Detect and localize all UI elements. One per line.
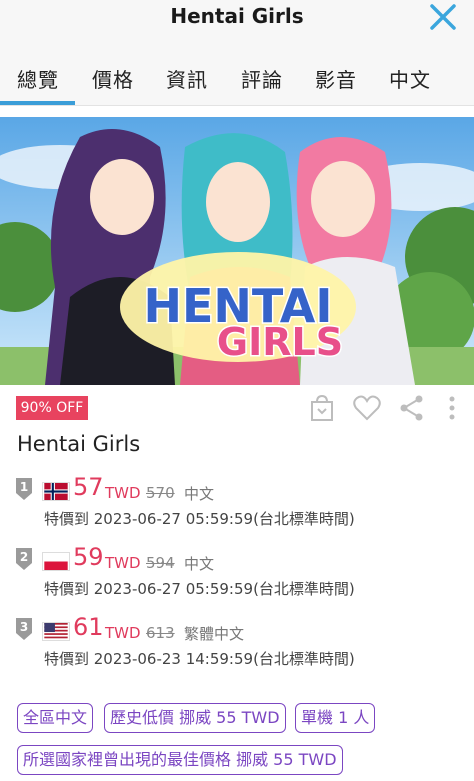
tab-videos[interactable]: 影音 bbox=[315, 64, 357, 93]
svg-text:2: 2 bbox=[20, 550, 28, 564]
tab-info[interactable]: 資訊 bbox=[166, 64, 208, 93]
shopping-bag-icon[interactable] bbox=[307, 393, 337, 423]
tab-price[interactable]: 價格 bbox=[92, 64, 134, 93]
poland-flag-icon bbox=[42, 552, 70, 571]
offer-expiry: 特價到 2023-06-23 14:59:59(台北標準時間) bbox=[44, 650, 355, 668]
tag-best-price[interactable]: 所選國家裡曾出現的最佳價格 挪威 55 TWD bbox=[17, 745, 343, 775]
price-offer-row[interactable]: 2 59 TWD 594 中文 特價到 2023-06-27 05:59:59(… bbox=[16, 543, 456, 610]
price-offer-row[interactable]: 3 61 TWD 613 繁體中文 特價到 2023-06-23 14:59:5… bbox=[16, 613, 456, 680]
game-cover-image: HENTAI GIRLS bbox=[0, 117, 474, 385]
rank-badge: 2 bbox=[16, 548, 32, 570]
offer-language: 中文 bbox=[184, 555, 215, 573]
offer-language: 中文 bbox=[184, 485, 215, 503]
more-vertical-icon[interactable] bbox=[444, 393, 460, 423]
offer-price: 59 bbox=[73, 543, 104, 571]
logo-text-bottom: GIRLS bbox=[217, 320, 343, 364]
rank-badge: 3 bbox=[16, 618, 32, 640]
app-header: Hentai Girls bbox=[0, 0, 474, 50]
discount-badge: 90% OFF bbox=[16, 396, 88, 420]
offer-expiry: 特價到 2023-06-27 05:59:59(台北標準時間) bbox=[44, 580, 355, 598]
tag-single-player[interactable]: 單機 1 人 bbox=[295, 703, 376, 733]
active-tab-indicator bbox=[0, 101, 75, 105]
share-icon[interactable] bbox=[397, 393, 427, 423]
price-offer-row[interactable]: 1 57 TWD 570 中文 特價到 2023-06-27 05:59:59(… bbox=[16, 473, 456, 540]
tab-reviews[interactable]: 評論 bbox=[241, 64, 283, 93]
offer-original-price: 594 bbox=[146, 554, 175, 572]
offer-currency: TWD bbox=[105, 484, 141, 502]
tag-historical-low[interactable]: 歷史低價 挪威 55 TWD bbox=[104, 703, 286, 733]
page-title: Hentai Girls bbox=[170, 4, 304, 28]
offer-language: 繁體中文 bbox=[184, 625, 245, 643]
svg-text:1: 1 bbox=[20, 480, 28, 494]
usa-flag-icon bbox=[42, 622, 70, 641]
offer-original-price: 570 bbox=[146, 484, 175, 502]
svg-text:3: 3 bbox=[20, 620, 28, 634]
tab-overview[interactable]: 總覽 bbox=[17, 64, 59, 93]
tab-chinese[interactable]: 中文 bbox=[389, 64, 431, 93]
close-icon[interactable] bbox=[428, 2, 458, 32]
rank-badge: 1 bbox=[16, 478, 32, 500]
heart-icon[interactable] bbox=[352, 393, 382, 423]
offer-price: 57 bbox=[73, 473, 104, 501]
game-title: Hentai Girls bbox=[17, 432, 141, 456]
offer-original-price: 613 bbox=[146, 624, 175, 642]
offer-expiry: 特價到 2023-06-27 05:59:59(台北標準時間) bbox=[44, 510, 355, 528]
tab-bar: 總覽 價格 資訊 評論 影音 中文 bbox=[0, 50, 474, 106]
offer-currency: TWD bbox=[105, 554, 141, 572]
offer-currency: TWD bbox=[105, 624, 141, 642]
offer-price: 61 bbox=[73, 613, 104, 641]
norway-flag-icon bbox=[42, 482, 70, 501]
tag-all-region-chinese[interactable]: 全區中文 bbox=[17, 703, 94, 733]
